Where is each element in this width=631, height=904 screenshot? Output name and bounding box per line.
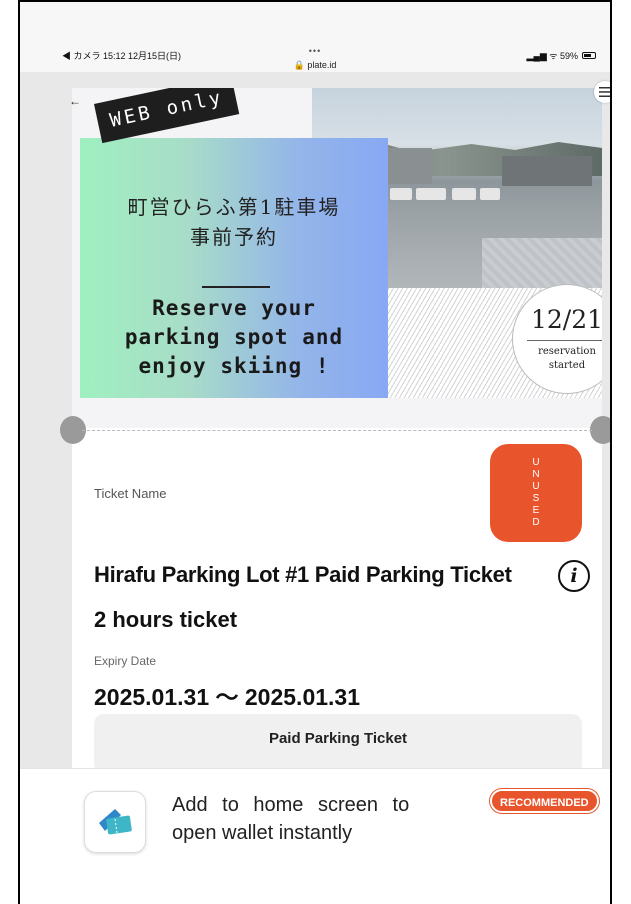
tab-dots[interactable]: ••• (20, 46, 610, 56)
info-icon[interactable]: i (558, 560, 590, 592)
wallet-app-icon[interactable] (84, 791, 146, 853)
status-letter: E (532, 505, 540, 516)
reservation-date: 12/21 (530, 305, 602, 334)
paid-parking-section[interactable]: Paid Parking Ticket (94, 714, 582, 774)
add-text-line1: Add to home screen to (172, 794, 410, 816)
menu-icon[interactable] (594, 81, 610, 103)
en-title-line1: Reserve your (152, 296, 316, 320)
back-arrow-icon[interactable]: ← (69, 94, 81, 108)
status-letter: D (532, 517, 540, 528)
signal-wifi-battery-text: ▂▄▆ ᯤ 59% (526, 51, 578, 61)
reservation-caption: reservation started (513, 345, 602, 373)
hero-banner: 町営ひらふ第1駐車場 事前予約 Reserve your parking spo… (72, 88, 602, 428)
web-only-label: WEB only (94, 88, 240, 144)
paid-parking-section-label: Paid Parking Ticket (268, 730, 408, 747)
en-title-line2: parking spot and (124, 325, 344, 349)
japanese-title: 町営ひらふ第1駐車場 事前予約 (80, 192, 388, 252)
jp-title-line1: 町営ひらふ第1駐車場 (127, 195, 341, 219)
add-text-line2: open wallet instantly (172, 822, 353, 844)
status-letter: U (532, 457, 540, 468)
device-frame: ◀ カメラ 15:12 12月15日(日) ••• 🔒 plate.id ▂▄▆… (18, 0, 612, 904)
ticket-subtitle: 2 hours ticket (94, 607, 238, 632)
title-panel: 町営ひらふ第1駐車場 事前予約 Reserve your parking spo… (80, 138, 388, 398)
title-divider (202, 286, 270, 288)
status-badge: U N U S E D (490, 444, 582, 542)
browser-status-bar: ◀ カメラ 15:12 12月15日(日) ••• 🔒 plate.id ▂▄▆… (20, 2, 610, 72)
battery-icon (582, 52, 596, 59)
perforation-line (82, 430, 592, 431)
address-bar-url[interactable]: 🔒 plate.id (20, 60, 610, 71)
status-letter: U (532, 481, 540, 492)
expiry-date-value: 2025.01.31 ～ 2025.01.31 (94, 684, 361, 710)
expiry-date-label: Expiry Date (94, 654, 157, 668)
add-to-home-banner[interactable]: Add to home screen to open wallet instan… (20, 768, 610, 904)
en-title-line3: enjoy skiing ! (138, 354, 330, 378)
status-right: ▂▄▆ ᯤ 59% (527, 49, 596, 62)
ticket-notch-right (590, 416, 610, 444)
status-letter: N (532, 469, 540, 480)
caption-line1: reservation (538, 346, 596, 357)
status-letter: S (532, 493, 540, 504)
caption-line2: started (548, 360, 586, 371)
add-to-home-text: Add to home screen to open wallet instan… (172, 791, 472, 847)
ticket-title: Hirafu Parking Lot #1 Paid Parking Ticke… (94, 562, 512, 587)
jp-title-line2: 事前予約 (190, 225, 278, 249)
english-title: Reserve your parking spot and enjoy skii… (80, 294, 388, 381)
ticket-name-label: Ticket Name (94, 486, 167, 501)
recommended-badge: RECOMMENDED (490, 789, 599, 813)
